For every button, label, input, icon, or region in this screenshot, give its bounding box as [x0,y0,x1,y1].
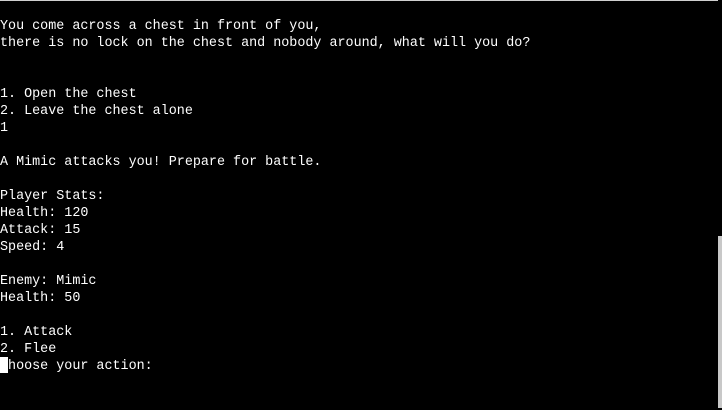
window-top-border [0,0,718,1]
terminal-line: 1. Attack [0,325,73,340]
terminal-line: Player Stats: [0,189,105,204]
terminal-line: A Mimic attacks you! Prepare for battle. [0,155,322,170]
vertical-scrollbar[interactable] [718,0,722,410]
terminal-line: You come across a chest in front of you, [0,19,322,34]
terminal-line: Speed: 4 [0,240,65,255]
terminal-line: there is no lock on the chest and nobody… [0,36,531,51]
terminal-line: Health: 120 [0,206,89,221]
text-cursor[interactable] [0,357,8,373]
terminal-window: You come across a chest in front of you,… [0,0,722,410]
terminal-line: Enemy: Mimic [0,274,97,289]
terminal-line: Health: 50 [0,291,81,306]
terminal-output[interactable]: You come across a chest in front of you,… [0,18,715,410]
terminal-prompt-line: Choose your action: [0,359,153,374]
terminal-line: 2. Leave the chest alone [0,104,193,119]
terminal-line: Attack: 15 [0,223,81,238]
scrollbar-thumb[interactable] [718,236,722,408]
terminal-line: 2. Flee [0,342,57,357]
terminal-line: 1 [0,121,9,136]
terminal-line: 1. Open the chest [0,87,137,102]
